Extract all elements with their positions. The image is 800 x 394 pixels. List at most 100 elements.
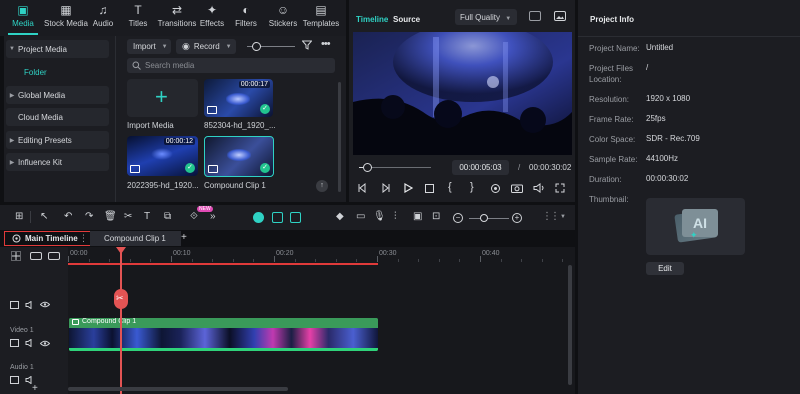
timeline-vertical-scrollbar[interactable] — [568, 265, 572, 385]
sidebar-item-cloud-media[interactable]: Cloud Media — [6, 108, 109, 126]
sidebar-item-global-media[interactable]: ▶ Global Media — [6, 86, 109, 104]
layout-grid-icon[interactable]: ⋮⋮ — [542, 211, 560, 222]
audio-mixer-icon[interactable]: ⫶ — [394, 211, 397, 223]
snapshot-icon[interactable] — [511, 183, 523, 193]
audio-mute-icon[interactable] — [25, 339, 35, 347]
more-tools-icon[interactable]: » — [210, 211, 216, 223]
toolbar-filters[interactable]: ◐ Filters — [231, 4, 261, 32]
audio-mute-icon[interactable] — [25, 301, 35, 309]
sidebar-item-influence-kit[interactable]: ▶ Influence Kit — [6, 153, 109, 171]
add-tab-button[interactable]: + — [181, 232, 187, 243]
toolbar-media[interactable]: ▣ Media — [8, 4, 38, 32]
split-tool-icon[interactable] — [272, 212, 283, 223]
split-scissors-button[interactable]: ✂ — [114, 289, 128, 309]
slider-handle[interactable] — [252, 42, 261, 51]
zoom-out-icon[interactable]: − — [453, 213, 463, 223]
undo-icon[interactable]: ↶ — [64, 211, 72, 223]
cut-icon[interactable]: ✂ — [124, 211, 132, 223]
sidebar-item-project-media[interactable]: ▼ Project Media — [6, 40, 109, 58]
ruler-minor-tick — [562, 259, 564, 262]
link-tracks-icon[interactable] — [30, 252, 42, 260]
video-preview[interactable] — [353, 32, 572, 155]
play-reverse-icon[interactable] — [380, 183, 391, 193]
speed-icon[interactable]: ▭ — [356, 211, 365, 223]
home-icon[interactable] — [12, 234, 21, 243]
ruler-tick-label: 00:30 — [379, 250, 397, 257]
toolbar-stock-media[interactable]: ▦ Stock Media — [44, 4, 88, 32]
toolbar-templates[interactable]: ▤ Templates — [303, 4, 339, 32]
quality-dropdown[interactable]: Full Quality ▼ — [455, 9, 517, 25]
volume-icon[interactable] — [533, 183, 545, 193]
tab-compound-clip[interactable]: Compound Clip 1 — [90, 231, 181, 246]
work-area-range[interactable] — [68, 263, 378, 265]
tab-main-timeline[interactable]: Main Timeline — [25, 234, 78, 243]
previous-frame-icon[interactable] — [357, 183, 368, 193]
tab-timeline[interactable]: Timeline — [356, 15, 388, 24]
timeline-playhead[interactable] — [120, 247, 122, 394]
tab-options-icon[interactable]: ⋮ — [79, 233, 88, 244]
timeline-horizontal-scrollbar[interactable] — [68, 387, 288, 391]
play-icon[interactable] — [403, 183, 413, 193]
ai-clip-icon[interactable]: ⟐ — [190, 211, 198, 223]
ai-tool-icon[interactable] — [253, 212, 264, 223]
toolbar-effects[interactable]: ✦ Effects — [197, 4, 227, 32]
eye-icon[interactable] — [40, 301, 50, 308]
tab-source[interactable]: Source — [393, 15, 420, 24]
ruler-minor-tick — [109, 259, 111, 262]
text-tool-icon[interactable]: T — [144, 211, 150, 223]
import-media-tile[interactable]: + — [127, 79, 198, 117]
grid-icon[interactable]: ⊞ — [15, 211, 23, 223]
ruler-tick — [171, 256, 172, 262]
playhead-marker[interactable] — [116, 247, 126, 254]
magnet-tool-icon[interactable] — [290, 212, 301, 223]
search-input[interactable]: Search media — [127, 58, 335, 73]
project-info-title: Project Info — [590, 15, 635, 24]
media-scrollbar[interactable] — [338, 82, 341, 192]
import-button[interactable]: Import ▼ — [127, 39, 171, 54]
snapshot-image-icon[interactable] — [554, 11, 566, 21]
ruler-minor-tick — [150, 259, 152, 262]
mark-in-icon[interactable]: { — [448, 181, 452, 193]
delete-icon[interactable]: 🗑 — [104, 211, 117, 223]
mic-icon[interactable]: 🎙 — [373, 211, 386, 223]
toolbar-audio[interactable]: ♫ Audio — [88, 4, 118, 32]
fullscreen-icon[interactable] — [555, 183, 565, 193]
toolbar-label: Stock Media — [43, 19, 89, 28]
edit-thumbnail-button[interactable]: Edit — [646, 262, 684, 275]
toolbar-stickers[interactable]: ☺ Stickers — [266, 4, 300, 32]
more-options-icon[interactable]: ••• — [321, 38, 331, 50]
filters-icon: ◐ — [242, 3, 250, 17]
project-thumbnail[interactable]: AI ✦ — [646, 198, 745, 255]
current-time-display[interactable]: 00:00:05:03 — [452, 160, 509, 175]
sidebar-item-editing-presets[interactable]: ▶ Editing Presets — [6, 131, 109, 149]
zoom-in-icon[interactable]: + — [512, 213, 522, 223]
sticker-icon[interactable]: ▣ — [413, 211, 422, 223]
render-settings-icon[interactable] — [490, 183, 501, 194]
sidebar-item-folder[interactable]: Folder — [24, 68, 47, 77]
select-tool-icon[interactable]: ↖ — [40, 211, 48, 223]
crop-icon[interactable]: ⧉ — [164, 211, 171, 223]
eye-icon[interactable] — [40, 340, 50, 347]
toolbar-titles[interactable]: T Titles — [123, 4, 153, 32]
filter-icon[interactable] — [302, 40, 312, 50]
compound-clip-thumbnail[interactable]: ✓ — [204, 136, 274, 177]
mark-out-icon[interactable]: } — [470, 181, 474, 193]
chevron-down-icon[interactable]: ▼ — [560, 214, 566, 220]
redo-icon[interactable]: ↷ — [85, 211, 93, 223]
zoom-handle[interactable] — [480, 214, 488, 222]
timeline-clip[interactable]: Compound Clip 1 — [69, 318, 378, 351]
media-thumbnail[interactable]: 00:00:12 ✓ — [127, 136, 198, 176]
add-track-icon[interactable] — [11, 251, 21, 261]
ruler-tick-label: 00:40 — [482, 250, 500, 257]
toolbar-transitions[interactable]: ⇄ Transitions — [158, 4, 197, 32]
track-manager-icon[interactable] — [48, 252, 60, 260]
grid-view-icon[interactable] — [529, 11, 541, 21]
media-thumbnail[interactable]: 00:00:17 ✓ — [204, 79, 273, 117]
scroll-up-icon[interactable]: ↑ — [316, 180, 328, 192]
stop-icon[interactable] — [425, 184, 434, 193]
marker-icon[interactable]: ◆ — [336, 211, 344, 223]
subtitle-icon[interactable]: ⊡ — [432, 211, 440, 223]
add-track-button[interactable]: + — [32, 383, 38, 394]
record-button[interactable]: ◉ Record ▼ — [176, 39, 236, 54]
zoom-slider[interactable] — [469, 218, 509, 219]
